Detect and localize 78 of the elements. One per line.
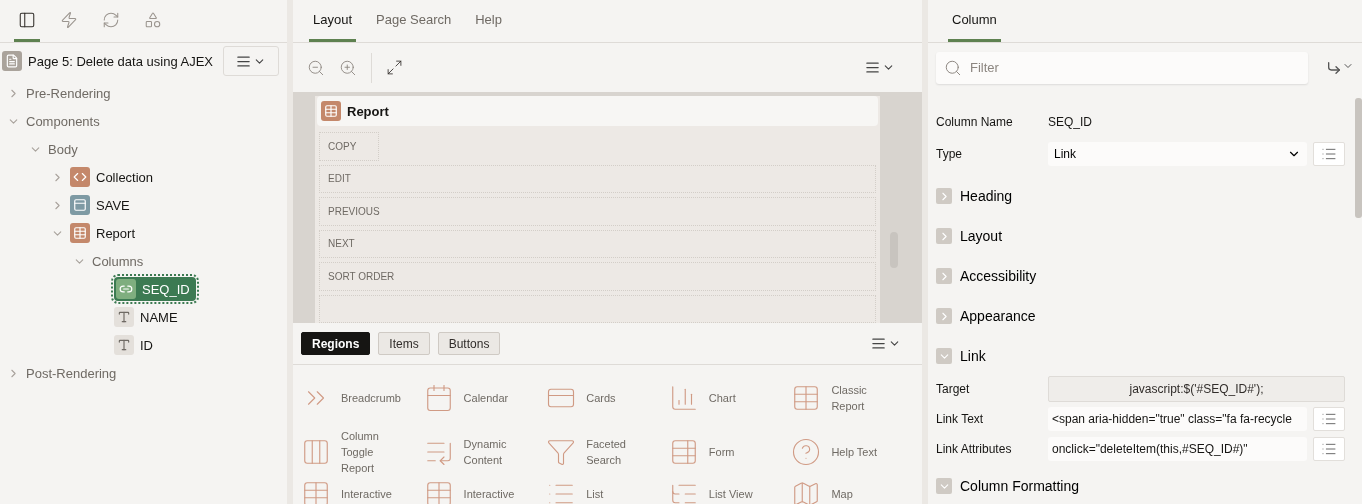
tree-item[interactable]: Post-Rendering (26, 365, 117, 381)
tree-item[interactable]: Pre-Rendering (26, 85, 111, 101)
gallery-item[interactable]: Form (668, 437, 792, 467)
text-field[interactable]: <span aria-hidden="true" class="fa fa-recycle (1048, 407, 1307, 431)
gallery-item[interactable]: Breadcrumb (301, 383, 424, 413)
gallery-item[interactable]: Column Toggle Report (301, 428, 424, 476)
text-field[interactable]: onclick="deleteItem(this,#SEQ_ID#)" (1048, 437, 1307, 461)
section-header[interactable]: Layout (928, 218, 1353, 254)
expand-icon[interactable] (386, 59, 403, 76)
tree-item[interactable]: Components (26, 113, 100, 129)
menu-icon (871, 336, 886, 351)
tree-item[interactable]: Body (48, 141, 78, 157)
button-slot[interactable]: SORT ORDER (319, 262, 876, 291)
section-header[interactable]: Accessibility (928, 258, 1353, 294)
menu-button[interactable] (223, 46, 279, 76)
gallery-item[interactable]: Interactive (423, 479, 547, 504)
button-slot[interactable]: NEXT (319, 229, 876, 259)
tab[interactable]: Layout (309, 0, 357, 42)
tab[interactable]: Column (948, 0, 1001, 42)
gallery-item[interactable]: List (546, 479, 669, 504)
table-icon (70, 223, 90, 243)
tree-item[interactable]: SEQ_ID (114, 277, 196, 301)
tab[interactable]: Regions (301, 332, 371, 355)
section-header[interactable]: Appearance (928, 298, 1353, 334)
tree-item[interactable]: Report (96, 225, 136, 241)
tree-item[interactable]: SAVE (96, 197, 130, 213)
tree-item[interactable]: ID (140, 337, 153, 353)
gallery-item[interactable]: Faceted Search (546, 436, 669, 468)
gallery-item[interactable]: Chart (668, 383, 792, 413)
tab[interactable]: Items (378, 332, 430, 355)
menu-icon (865, 60, 880, 75)
link-target-button[interactable]: javascript:$('#SEQ_ID#'); (1048, 376, 1345, 402)
page-title: Page 5: Delete data using AJEX (28, 53, 214, 69)
zoom-out-icon[interactable] (307, 58, 325, 77)
section-header[interactable]: Link (928, 338, 1353, 374)
field-label: Type (936, 147, 963, 161)
page-icon (2, 51, 22, 71)
tab[interactable]: Buttons (437, 332, 501, 355)
gallery-item[interactable]: Map (791, 479, 914, 504)
button-slot[interactable]: COPY (319, 132, 379, 161)
tree-item[interactable]: NAME (140, 309, 178, 325)
button-slot[interactable]: PREVIOUS (319, 197, 876, 226)
field-label: Target (936, 382, 971, 396)
section-header[interactable]: Heading (928, 178, 1353, 214)
go-to-icon[interactable] (1326, 59, 1354, 76)
list-icon[interactable] (1313, 142, 1345, 166)
filter-field[interactable]: Filter (936, 51, 1308, 84)
table-icon (321, 101, 341, 122)
menu-icon (236, 53, 251, 69)
gallery-item[interactable]: Help Text (791, 437, 914, 467)
list-icon[interactable] (1313, 407, 1345, 431)
gallery-item[interactable]: List View (668, 479, 792, 504)
list-icon[interactable] (1313, 437, 1345, 461)
gallery-item[interactable]: Cards (546, 383, 669, 413)
tree-item[interactable]: Columns (92, 253, 144, 269)
gallery-item[interactable]: Dynamic Content (423, 436, 547, 468)
button-slot[interactable]: EDIT (319, 164, 876, 194)
gallery-item[interactable]: Interactive (301, 479, 424, 504)
zoom-in-icon[interactable] (339, 58, 357, 77)
type-select[interactable]: Link (1048, 142, 1307, 166)
text-icon (114, 307, 134, 327)
tree-item[interactable]: Collection (96, 169, 154, 185)
field-value: SEQ_ID (1048, 115, 1093, 129)
section-header[interactable]: Column Formatting (928, 468, 1353, 504)
field-label: Link Attributes (936, 442, 1013, 456)
link-icon (116, 279, 136, 299)
button-shape-icon (70, 195, 90, 215)
tab[interactable]: Page Search (372, 0, 456, 42)
region-title: Report (347, 103, 389, 119)
scrollbar-thumb[interactable] (1355, 98, 1362, 218)
gallery-item[interactable]: Classic Report (791, 382, 914, 414)
field-label: Column Name (936, 115, 1014, 129)
button-slot[interactable] (319, 294, 876, 323)
field-label: Link Text (936, 412, 985, 426)
tab[interactable]: Help (471, 0, 506, 42)
text-icon (114, 335, 134, 355)
code-icon (70, 167, 90, 187)
gallery-item[interactable]: Calendar (423, 383, 547, 413)
